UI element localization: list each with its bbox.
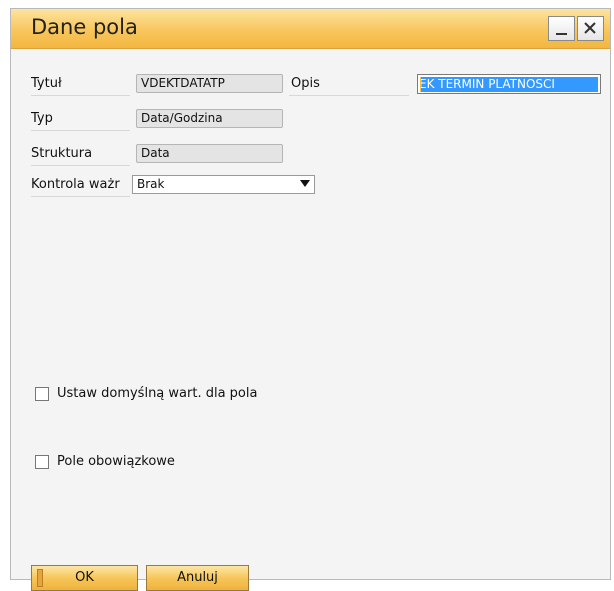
struktura-field: Data xyxy=(136,144,283,163)
typ-label-underline xyxy=(31,130,130,131)
opis-selected-text: EK TERMIN PLATNOSCI xyxy=(421,77,598,92)
close-icon xyxy=(584,22,596,34)
tytul-label-underline xyxy=(31,95,130,96)
kontrola-label-underline xyxy=(31,196,130,197)
ok-button[interactable]: OK xyxy=(31,565,138,591)
kontrola-selected-value: Brak xyxy=(137,177,165,191)
typ-label: Typ xyxy=(31,111,53,126)
tytul-label: Tytuł xyxy=(31,76,62,91)
typ-field: Data/Godzina xyxy=(136,109,283,128)
required-label[interactable]: Pole obowiązkowe xyxy=(57,454,175,469)
chevron-down-icon xyxy=(300,180,310,187)
kontrola-label: Kontrola ważr xyxy=(31,177,120,192)
title-bar[interactable]: Dane pola xyxy=(11,9,610,49)
struktura-label: Struktura xyxy=(31,146,93,161)
cancel-button-label: Anuluj xyxy=(177,570,218,585)
minimize-icon xyxy=(556,33,567,35)
kontrola-select[interactable]: Brak xyxy=(132,175,315,194)
struktura-label-underline xyxy=(31,165,130,166)
dialog-title: Dane pola xyxy=(31,15,138,39)
required-checkbox[interactable] xyxy=(35,455,49,469)
opis-label: Opis xyxy=(291,76,320,91)
default-button-marker xyxy=(37,569,43,587)
opis-input[interactable]: EK TERMIN PLATNOSCI xyxy=(417,74,601,94)
dialog-window: Dane pola Tytuł VDEKTDATATP Opis EK TERM… xyxy=(10,8,611,591)
default-value-label[interactable]: Ustaw domyślną wart. dla pola xyxy=(57,386,257,401)
cancel-button[interactable]: Anuluj xyxy=(146,565,249,591)
minimize-button[interactable] xyxy=(548,16,575,41)
tytul-field: VDEKTDATATP xyxy=(136,74,283,93)
ok-button-label: OK xyxy=(75,570,94,585)
opis-label-underline xyxy=(289,95,409,96)
default-value-checkbox[interactable] xyxy=(35,387,49,401)
close-button[interactable] xyxy=(577,16,604,41)
